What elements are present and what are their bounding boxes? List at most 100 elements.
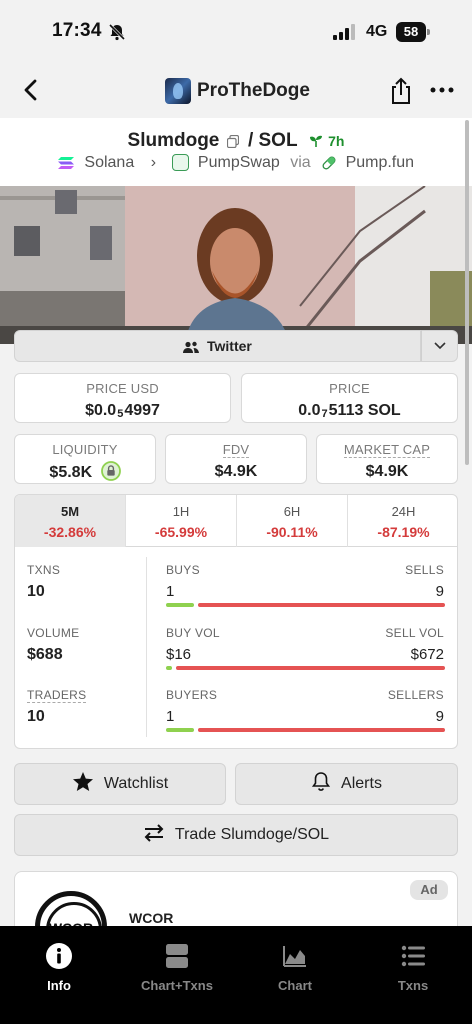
back-chevron-icon[interactable] (18, 76, 44, 104)
buyers-value: 1 (166, 708, 175, 725)
liquidity-lock-icon[interactable] (100, 461, 121, 481)
battery-level: 58 (396, 22, 426, 42)
status-time: 17:34 (52, 20, 102, 41)
token-name: Slumdoge (127, 130, 220, 151)
split-panel-icon (166, 944, 188, 968)
change-5m: -32.86% (43, 524, 97, 540)
buys-value: 1 (166, 583, 175, 600)
sell-vol-label: SELL VOL (385, 626, 444, 640)
people-icon (183, 342, 200, 354)
pair-separator: / (247, 130, 254, 151)
fdv-value: $4.9K (214, 463, 258, 480)
tab-chart-txns[interactable]: Chart+Txns (118, 942, 236, 993)
change-24h: -87.19% (377, 524, 430, 540)
buy-vol-label: BUY VOL (166, 626, 220, 640)
watchlist-label: Watchlist (103, 775, 169, 792)
traders-value: 10 (27, 708, 45, 725)
tab-info[interactable]: Info (0, 942, 118, 993)
sell-vol-value: $672 (410, 646, 444, 663)
token-header: Slumdoge / SOL 7h Solana › PumpSwap via (0, 118, 472, 186)
sellers-label: SELLERS (387, 688, 444, 702)
bottom-tab-bar: Info Chart+Txns Chart Txns (0, 926, 472, 1024)
volume-bar (166, 666, 445, 670)
cellular-signal-icon (333, 24, 355, 40)
more-options-icon[interactable] (430, 86, 454, 94)
nav-bar: ProTheDoge (0, 62, 472, 118)
copy-icon[interactable] (226, 134, 239, 148)
tab-chart-label: Chart (278, 978, 312, 993)
tab-chart[interactable]: Chart (236, 942, 354, 993)
dex-name[interactable]: PumpSwap (198, 154, 280, 171)
share-icon[interactable] (388, 76, 414, 106)
via-label: via (290, 154, 311, 171)
buys-label: BUYS (166, 563, 200, 577)
traders-label[interactable]: TRADERS (27, 688, 87, 703)
swap-arrows-icon (144, 824, 164, 842)
trading-stats-panel: 5M -32.86% 1H -65.99% 6H -90.11% 24H -87… (14, 494, 458, 749)
battery-icon: 58 (396, 22, 430, 42)
buys-sells-bar (166, 603, 445, 607)
stats-divider (146, 557, 147, 737)
solana-icon (57, 157, 74, 169)
alerts-button[interactable]: Alerts (235, 763, 458, 805)
tab-1h[interactable]: 1H -65.99% (126, 495, 237, 547)
ad-name: WCOR (129, 910, 174, 926)
tab-txns[interactable]: Txns (354, 942, 472, 993)
fdv-label[interactable]: FDV (222, 442, 250, 458)
tab-info-label: Info (47, 978, 71, 993)
chevron-right-icon: › (150, 154, 157, 171)
list-icon (401, 945, 425, 967)
route-breadcrumb: Solana › PumpSwap via Pump.fun (0, 153, 472, 172)
sellers-value: 9 (435, 708, 444, 725)
page-title: ProTheDoge (197, 80, 310, 101)
pill-icon (322, 156, 336, 170)
tab-6h[interactable]: 6H -90.11% (237, 495, 348, 547)
pumpswap-icon (172, 153, 190, 171)
price-native-label: PRICE (329, 381, 370, 396)
price-usd-value: $0.054997 (85, 402, 160, 420)
twitter-button[interactable]: Twitter (14, 330, 421, 362)
trade-button[interactable]: Trade Slumdoge/SOL (14, 814, 458, 856)
change-6h: -90.11% (266, 524, 318, 540)
liquidity-value: $5.8K (49, 464, 93, 482)
price-usd-label: PRICE USD (86, 381, 159, 396)
quote-token: SOL (258, 130, 298, 151)
channel-avatar (165, 78, 191, 104)
volume-label: VOLUME (27, 626, 80, 640)
txns-value: 10 (27, 583, 45, 600)
pair-age: 7h (328, 133, 345, 149)
sells-value: 9 (435, 583, 444, 600)
sprout-icon (309, 135, 322, 147)
sells-label: SELLS (405, 563, 444, 577)
tab-5m[interactable]: 5M -32.86% (15, 495, 126, 547)
market-cap-label[interactable]: MARKET CAP (343, 442, 431, 458)
launchpad-name[interactable]: Pump.fun (346, 154, 414, 171)
bell-muted-icon (108, 23, 126, 41)
tab-24h[interactable]: 24H -87.19% (348, 495, 457, 547)
change-1h: -65.99% (154, 524, 208, 540)
twitter-label: Twitter (207, 338, 252, 354)
scroll-indicator[interactable] (465, 120, 469, 465)
market-cap-card: MARKET CAP $4.9K (316, 434, 458, 484)
pair-title: Slumdoge / SOL 7h (0, 130, 472, 152)
liquidity-label: LIQUIDITY (52, 442, 118, 457)
info-icon (46, 943, 72, 969)
socials-dropdown[interactable] (421, 330, 458, 362)
watchlist-button[interactable]: Watchlist (14, 763, 226, 805)
area-chart-icon (283, 946, 306, 967)
trade-label: Trade Slumdoge/SOL (174, 826, 330, 843)
alerts-label: Alerts (341, 775, 382, 792)
chain-name[interactable]: Solana (84, 154, 134, 171)
status-bar: 17:34 4G 58 (0, 0, 472, 62)
buy-vol-value: $16 (166, 646, 192, 663)
price-usd-card: PRICE USD $0.054997 (14, 373, 231, 423)
txns-label: TXNS (27, 563, 61, 577)
star-icon (72, 772, 93, 792)
price-native-value: 0.075113 SOL (298, 402, 401, 420)
buyers-label: BUYERS (166, 688, 218, 702)
fdv-card: FDV $4.9K (165, 434, 307, 484)
tab-txns-label: Txns (397, 978, 429, 993)
network-type: 4G (366, 23, 388, 40)
liquidity-card: LIQUIDITY $5.8K (14, 434, 156, 484)
ad-badge: Ad (410, 880, 448, 900)
